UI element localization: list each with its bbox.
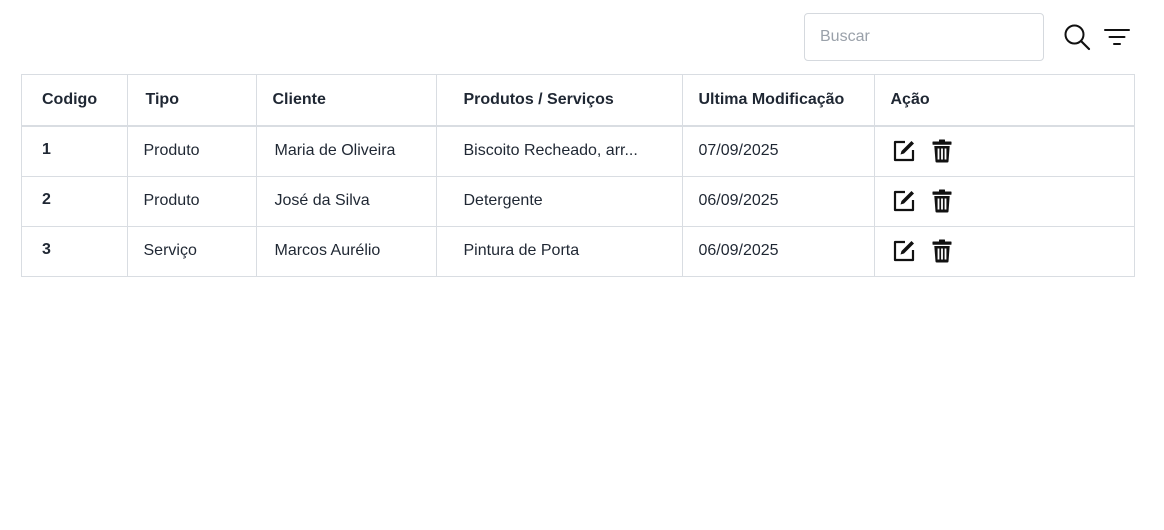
edit-icon bbox=[893, 241, 914, 262]
cell-acao bbox=[874, 225, 1135, 276]
filter-button[interactable] bbox=[1103, 25, 1131, 49]
column-header-codigo[interactable]: Codigo bbox=[22, 75, 128, 127]
cell-cliente: Marcos Aurélio bbox=[256, 225, 437, 276]
cell-produtos-servicos: Detergente bbox=[436, 175, 683, 226]
trash-icon bbox=[932, 139, 951, 163]
table-header: Codigo Tipo Cliente Produtos / Serviços … bbox=[22, 75, 1134, 127]
page: Codigo Tipo Cliente Produtos / Serviços … bbox=[0, 0, 1164, 530]
edit-button[interactable] bbox=[891, 188, 917, 214]
column-header-cliente[interactable]: Cliente bbox=[256, 75, 437, 127]
records-table-container: Codigo Tipo Cliente Produtos / Serviços … bbox=[21, 74, 1135, 277]
cell-ultima-modificacao: 06/09/2025 bbox=[682, 175, 875, 226]
row-actions bbox=[891, 188, 1135, 214]
cell-codigo: 1 bbox=[22, 126, 128, 176]
edit-button[interactable] bbox=[891, 238, 917, 264]
edit-icon bbox=[893, 190, 914, 212]
search-icon bbox=[1064, 24, 1091, 51]
trash-icon bbox=[932, 239, 951, 263]
cell-tipo: Serviço bbox=[127, 225, 257, 276]
search-button[interactable] bbox=[1062, 22, 1092, 52]
cell-cliente: José da Silva bbox=[256, 175, 437, 226]
table-header-row: Codigo Tipo Cliente Produtos / Serviços … bbox=[22, 75, 1134, 127]
delete-button[interactable] bbox=[929, 138, 955, 164]
edit-icon bbox=[893, 141, 914, 162]
table-body: 1 Produto Maria de Oliveira Biscoito Rec… bbox=[22, 126, 1134, 276]
row-actions bbox=[891, 238, 1135, 264]
table-row[interactable]: 1 Produto Maria de Oliveira Biscoito Rec… bbox=[22, 126, 1134, 176]
table-row[interactable]: 3 Serviço Marcos Aurélio Pintura de Port… bbox=[22, 225, 1135, 276]
cell-codigo: 3 bbox=[22, 225, 128, 276]
cell-ultima-modificacao: 07/09/2025 bbox=[682, 126, 875, 176]
cell-cliente: Maria de Oliveira bbox=[256, 126, 437, 176]
column-header-ultima-modificacao[interactable]: Ultima Modificação bbox=[682, 75, 875, 127]
cell-produtos-servicos: Pintura de Porta bbox=[436, 225, 683, 276]
search-input[interactable] bbox=[804, 13, 1044, 61]
column-header-produtos-servicos[interactable]: Produtos / Serviços bbox=[436, 75, 683, 127]
cell-ultima-modificacao: 06/09/2025 bbox=[682, 225, 875, 276]
cell-acao bbox=[874, 175, 1135, 226]
delete-button[interactable] bbox=[929, 238, 955, 264]
filter-icon bbox=[1104, 29, 1130, 45]
cell-tipo: Produto bbox=[127, 126, 257, 176]
trash-icon bbox=[932, 189, 951, 213]
table-row[interactable]: 2 Produto José da Silva Detergente 06/09… bbox=[22, 175, 1135, 226]
edit-button[interactable] bbox=[891, 138, 917, 164]
delete-button[interactable] bbox=[929, 188, 955, 214]
cell-acao bbox=[874, 126, 1134, 176]
column-header-tipo[interactable]: Tipo bbox=[127, 75, 257, 127]
row-actions bbox=[891, 138, 1135, 164]
cell-codigo: 2 bbox=[22, 175, 128, 226]
cell-produtos-servicos: Biscoito Recheado, arr... bbox=[436, 126, 683, 176]
records-table: Codigo Tipo Cliente Produtos / Serviços … bbox=[22, 75, 1134, 276]
cell-tipo: Produto bbox=[127, 175, 257, 226]
column-header-acao: Ação bbox=[874, 75, 1134, 127]
